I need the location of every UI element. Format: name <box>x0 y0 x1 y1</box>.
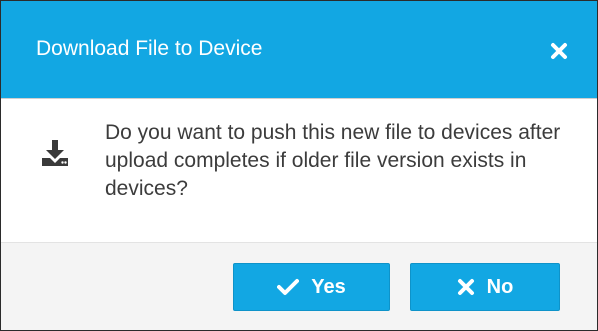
check-icon <box>277 279 300 295</box>
download-icon <box>42 140 68 166</box>
download-file-dialog: Download File to Device Do you want to p… <box>0 0 598 331</box>
close-icon <box>457 279 474 295</box>
dialog-header: Download File to Device <box>1 1 597 99</box>
close-button[interactable] <box>547 39 571 63</box>
dialog-footer: Yes No <box>1 243 597 330</box>
no-button-label: No <box>486 275 514 298</box>
yes-button[interactable]: Yes <box>233 263 390 311</box>
dialog-body: Do you want to push this new file to dev… <box>1 99 597 243</box>
close-icon <box>551 43 567 59</box>
no-button[interactable]: No <box>410 263 560 311</box>
yes-button-label: Yes <box>311 275 346 298</box>
dialog-message: Do you want to push this new file to dev… <box>105 121 561 200</box>
dialog-title: Download File to Device <box>36 37 263 60</box>
